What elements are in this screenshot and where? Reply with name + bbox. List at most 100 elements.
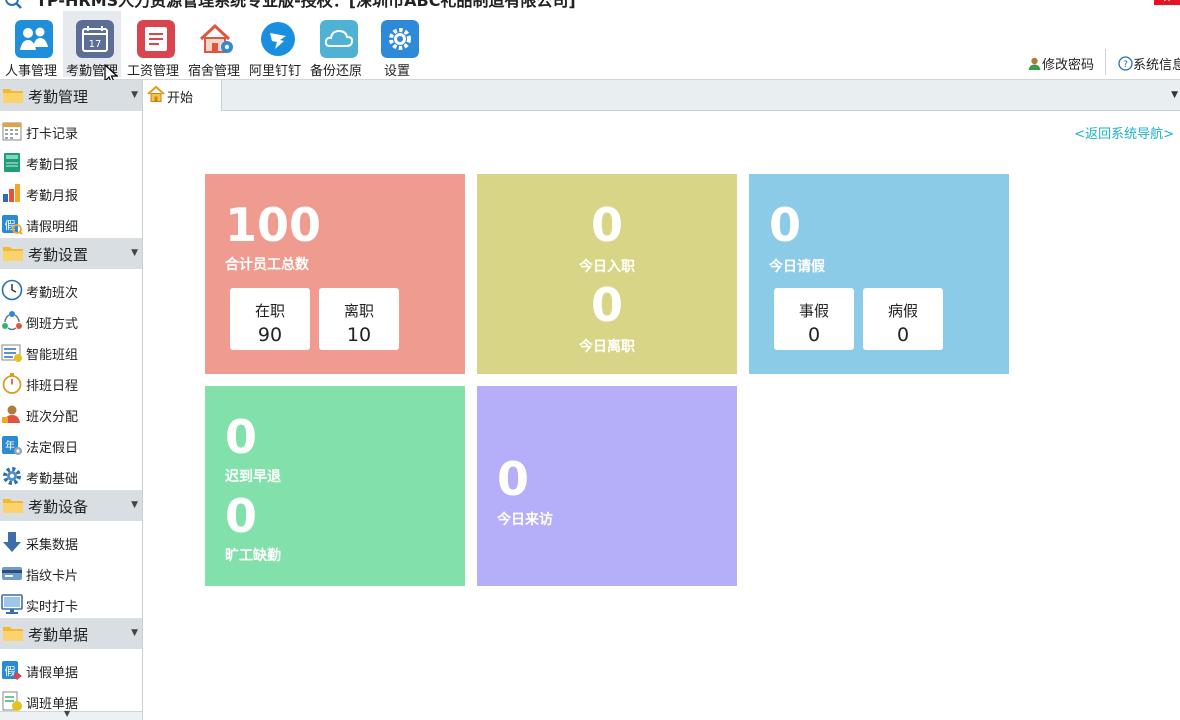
cloud-icon bbox=[320, 20, 358, 58]
user-assign-icon bbox=[2, 405, 20, 423]
sidebar-item-schedule[interactable]: 排班日程 bbox=[0, 369, 142, 397]
sick-leave-box: 病假 0 bbox=[863, 288, 943, 350]
today-visitor-label: 今日来访 bbox=[497, 512, 553, 528]
window-title: TP-HRMS人力资源管理系统专业版-授权：[深圳市ABC礼品制造有限公司] bbox=[36, 0, 576, 10]
svg-text:?: ? bbox=[1123, 60, 1128, 70]
stopwatch-icon bbox=[2, 373, 22, 394]
clock-icon bbox=[1, 279, 23, 301]
sidebar-group-label: 考勤管理 bbox=[28, 88, 89, 106]
folder-icon bbox=[3, 627, 23, 641]
sidebar-item-label: 请假明细 bbox=[26, 220, 79, 235]
toolbar-settings-button[interactable]: 设置 bbox=[368, 11, 426, 79]
sidebar-item-label: 智能班组 bbox=[26, 348, 79, 363]
today-leave-card: 0 今日请假 事假 0 病假 0 bbox=[749, 174, 1009, 374]
sidebar-item-label: 打卡记录 bbox=[26, 127, 79, 142]
dashboard: <返回系统导航> 100 合计员工总数 在职 90 离职 10 0 今日入职 0… bbox=[143, 111, 1180, 720]
sidebar-item-smart-group[interactable]: 智能班组 bbox=[0, 338, 142, 366]
personal-leave-value: 0 bbox=[807, 324, 821, 346]
change-password-label: 修改密码 bbox=[1042, 58, 1095, 73]
chevron-down-icon: ▼ bbox=[64, 709, 71, 718]
toolbar-label: 宿舍管理 bbox=[187, 64, 240, 79]
change-password-link[interactable]: 修改密码 bbox=[1027, 54, 1094, 73]
tab-dropdown-icon[interactable]: ▼ bbox=[1171, 90, 1178, 100]
sidebar-item-collect-data[interactable]: 采集数据 bbox=[0, 528, 142, 556]
on-duty-label: 在职 bbox=[254, 302, 285, 320]
absent-label: 旷工缺勤 bbox=[225, 548, 281, 564]
sidebar-group-attendance-settings[interactable]: 考勤设置 ▼ bbox=[0, 238, 142, 269]
sidebar-group-attendance-management[interactable]: 考勤管理 ▼ bbox=[0, 80, 142, 111]
sidebar-item-realtime-punch[interactable]: 实时打卡 bbox=[0, 590, 142, 618]
sidebar-group-attendance-devices[interactable]: 考勤设备 ▼ bbox=[0, 490, 142, 521]
sidebar-item-monthly-report[interactable]: 考勤月报 bbox=[0, 179, 142, 207]
today-exit-value: 0 bbox=[590, 278, 623, 332]
toolbar-payroll-button[interactable]: 工资管理 bbox=[124, 11, 182, 79]
home-icon bbox=[147, 85, 165, 102]
svg-text:年: 年 bbox=[5, 439, 15, 452]
sidebar-item-label: 班次分配 bbox=[26, 410, 79, 425]
total-employees-label: 合计员工总数 bbox=[225, 257, 309, 273]
sidebar-item-holiday[interactable]: 年 法定假日 bbox=[0, 431, 142, 459]
shift-rotation-icon bbox=[2, 311, 22, 331]
toolbar-personnel-button[interactable]: 人事管理 bbox=[2, 11, 60, 79]
total-employees-card: 100 合计员工总数 在职 90 离职 10 bbox=[205, 174, 465, 374]
toolbar-dingtalk-button[interactable]: 阿里钉钉 bbox=[246, 11, 304, 79]
toolbar-dormitory-button[interactable]: 宿舍管理 bbox=[185, 11, 243, 79]
system-info-link[interactable]: ? 系统信息 bbox=[1118, 54, 1180, 73]
tab-start[interactable]: 开始 bbox=[143, 80, 222, 111]
sidebar-item-shift[interactable]: 考勤班次 bbox=[0, 276, 142, 304]
settings-icon bbox=[3, 467, 21, 485]
sidebar-item-daily-report[interactable]: 考勤日报 bbox=[0, 148, 142, 176]
app-window: TP-HRMS人力资源管理系统专业版-授权：[深圳市ABC礼品制造有限公司] ✕… bbox=[0, 0, 1180, 720]
late-early-value: 0 bbox=[225, 410, 258, 464]
chevron-down-icon: ▼ bbox=[131, 90, 138, 100]
toolbar-backup-button[interactable]: 备份还原 bbox=[307, 11, 365, 79]
sidebar-item-label: 倒班方式 bbox=[26, 317, 79, 332]
toolbar-label: 工资管理 bbox=[126, 64, 179, 79]
today-entry-label: 今日入职 bbox=[579, 259, 635, 275]
sidebar-scrollbar[interactable]: ▼ bbox=[0, 709, 142, 720]
sick-leave-value: 0 bbox=[896, 324, 910, 346]
sidebar-group-label: 考勤单据 bbox=[28, 626, 89, 644]
close-icon[interactable]: ✕ bbox=[1154, 0, 1180, 5]
sidebar-item-label: 考勤月报 bbox=[26, 189, 79, 204]
sidebar-item-leave-detail[interactable]: 假 请假明细 bbox=[0, 210, 142, 238]
sidebar-item-attendance-basics[interactable]: 考勤基础 bbox=[0, 462, 142, 490]
monthly-report-icon bbox=[3, 184, 20, 202]
payroll-icon bbox=[137, 20, 175, 58]
toolbar-label: 设置 bbox=[383, 64, 410, 79]
on-duty-value: 90 bbox=[257, 324, 283, 346]
daily-report-icon bbox=[4, 153, 20, 172]
sidebar-group-label: 考勤设备 bbox=[28, 498, 89, 516]
toolbar-label: 阿里钉钉 bbox=[248, 64, 301, 79]
sidebar-item-leave-form[interactable]: 假 请假单据 bbox=[0, 656, 142, 684]
tab-strip: 开始 ▼ bbox=[143, 80, 1180, 111]
resigned-label: 离职 bbox=[343, 302, 374, 320]
sidebar-item-shift-assign[interactable]: 班次分配 bbox=[0, 400, 142, 428]
leave-detail-icon: 假 bbox=[2, 215, 23, 235]
chevron-down-icon: ▼ bbox=[131, 248, 138, 258]
today-visitor-card: 0 今日来访 bbox=[477, 386, 737, 586]
entry-exit-card: 0 今日入职 0 今日离职 bbox=[477, 174, 737, 374]
chevron-down-icon: ▼ bbox=[131, 628, 138, 638]
sidebar-item-fingerprint-card[interactable]: 指纹卡片 bbox=[0, 559, 142, 587]
sidebar-group-label: 考勤设置 bbox=[28, 246, 89, 264]
personal-leave-box: 事假 0 bbox=[774, 288, 854, 350]
dingtalk-icon bbox=[261, 22, 295, 56]
sidebar-item-shift-rotation[interactable]: 倒班方式 bbox=[0, 307, 142, 335]
chevron-down-icon: ▼ bbox=[131, 500, 138, 510]
sidebar-item-punch-record[interactable]: 打卡记录 bbox=[0, 117, 142, 145]
smart-group-icon bbox=[1, 344, 22, 362]
sidebar: 考勤管理 ▼ 打卡记录 考勤日报 考勤月报 假 请假明细 考勤设置 ▼ 考勤班次 bbox=[0, 80, 143, 720]
folder-icon bbox=[3, 247, 23, 261]
sidebar-group-attendance-forms[interactable]: 考勤单据 ▼ bbox=[0, 618, 142, 649]
back-to-navigation-link[interactable]: <返回系统导航> bbox=[1074, 123, 1174, 142]
folder-icon bbox=[3, 499, 23, 513]
punch-record-icon bbox=[2, 122, 22, 141]
resigned-value: 10 bbox=[346, 324, 372, 346]
sidebar-item-label: 实时打卡 bbox=[26, 600, 79, 615]
sidebar-item-label: 法定假日 bbox=[26, 441, 79, 456]
title-bar: TP-HRMS人力资源管理系统专业版-授权：[深圳市ABC礼品制造有限公司] ✕ bbox=[0, 0, 1180, 11]
today-visitor-value: 0 bbox=[497, 452, 530, 506]
sidebar-item-label: 指纹卡片 bbox=[26, 569, 79, 584]
sidebar-item-label: 考勤基础 bbox=[26, 472, 79, 487]
